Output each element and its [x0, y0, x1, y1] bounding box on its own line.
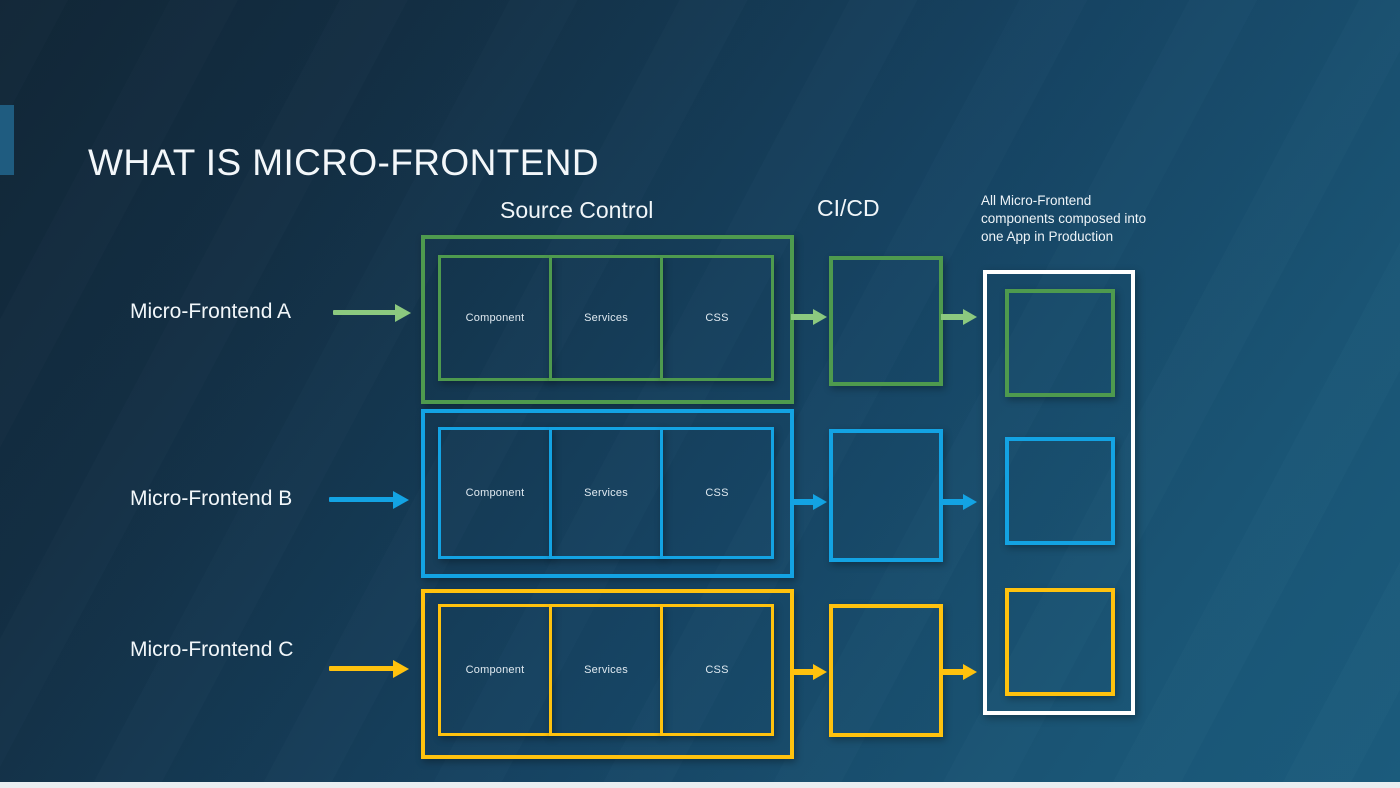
arrow-cicd-to-production-c — [941, 664, 977, 680]
component-box-b-2: Services — [549, 427, 663, 559]
component-box-label: Services — [584, 664, 628, 676]
component-box-label: Component — [465, 664, 525, 676]
arrow-shaft — [941, 669, 964, 675]
slide-canvas: WHAT IS MICRO-FRONTEND Source Control CI… — [0, 0, 1400, 788]
component-box-a-3: CSS — [660, 255, 774, 381]
bottom-strip — [0, 782, 1400, 788]
cicd-box-c — [829, 604, 943, 737]
row-arrow-a — [333, 304, 411, 322]
arrow-head — [813, 494, 827, 510]
production-note-line-2: components composed into — [981, 211, 1147, 226]
arrow-head — [963, 664, 977, 680]
production-item-b — [1005, 437, 1115, 545]
component-box-b-1: Component — [438, 427, 552, 559]
component-box-c-3: CSS — [660, 604, 774, 736]
arrow-shaft — [791, 499, 814, 505]
row-label-c: Micro-Frontend C — [130, 638, 294, 661]
arrow-head — [813, 664, 827, 680]
arrow-cicd-to-production-b — [941, 494, 977, 510]
arrow-shaft — [329, 666, 395, 671]
column-header-cicd: CI/CD — [817, 195, 880, 221]
arrow-shaft — [333, 310, 397, 315]
arrow-head — [393, 491, 409, 509]
row-arrow-c — [329, 660, 409, 678]
cicd-box-a — [829, 256, 943, 386]
page-title: WHAT IS MICRO-FRONTEND — [88, 141, 600, 183]
arrow-shaft — [791, 669, 814, 675]
row-label-b: Micro-Frontend B — [130, 487, 293, 510]
arrow-shaft — [791, 314, 814, 320]
component-box-label: CSS — [705, 487, 729, 499]
left-accent-bar — [0, 105, 14, 175]
component-box-a-2: Services — [549, 255, 663, 381]
component-box-label: CSS — [705, 664, 729, 676]
arrow-head — [813, 309, 827, 325]
arrow-shaft — [941, 314, 964, 320]
arrow-head — [395, 304, 411, 322]
component-box-c-1: Component — [438, 604, 552, 736]
production-item-c — [1005, 588, 1115, 696]
production-note-line-1: All Micro-Frontend — [981, 193, 1092, 208]
arrow-source-to-cicd-b — [791, 494, 827, 510]
arrow-shaft — [941, 499, 964, 505]
production-item-a — [1005, 289, 1115, 397]
arrow-source-to-cicd-c — [791, 664, 827, 680]
arrow-head — [393, 660, 409, 678]
component-box-label: Services — [584, 487, 628, 499]
component-box-a-1: Component — [438, 255, 552, 381]
component-box-b-3: CSS — [660, 427, 774, 559]
arrow-cicd-to-production-a — [941, 309, 977, 325]
arrow-head — [963, 309, 977, 325]
component-box-label: Services — [584, 312, 628, 324]
arrow-head — [963, 494, 977, 510]
component-box-label: CSS — [705, 312, 729, 324]
cicd-box-b — [829, 429, 943, 562]
column-header-source-control: Source Control — [500, 197, 654, 223]
arrow-source-to-cicd-a — [791, 309, 827, 325]
component-box-label: Component — [465, 487, 525, 499]
production-note-line-3: one App in Production — [981, 229, 1114, 244]
arrow-shaft — [329, 497, 395, 502]
component-box-c-2: Services — [549, 604, 663, 736]
production-note: All Micro-Frontend components composed i… — [981, 192, 1181, 246]
component-box-label: Component — [465, 312, 525, 324]
row-label-a: Micro-Frontend A — [130, 300, 292, 323]
row-arrow-b — [329, 491, 409, 509]
